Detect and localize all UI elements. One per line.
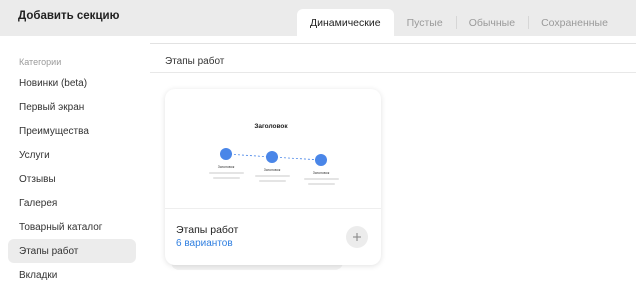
sidebar-item-catalog[interactable]: Товарный каталог xyxy=(8,215,136,239)
tab-bar: Динамические Пустые Обычные Сохраненные xyxy=(297,9,621,36)
tab-regular[interactable]: Обычные xyxy=(455,9,528,36)
category-sidebar: Категории Новинки (beta) Первый экран Пр… xyxy=(0,36,150,288)
sidebar-item-gallery[interactable]: Галерея xyxy=(8,191,136,215)
sidebar-item-services[interactable]: Услуги xyxy=(8,143,136,167)
divider xyxy=(150,43,636,44)
tab-dynamic[interactable]: Динамические xyxy=(297,9,394,36)
plus-icon xyxy=(353,233,361,241)
main-panel: Этапы работ Заголовок Заголовок Заголово… xyxy=(150,36,636,288)
preview-step-label: Заголовок xyxy=(218,165,235,169)
card-preview: Заголовок Заголовок Заголовок Заголовок xyxy=(165,89,381,209)
sidebar-item-reviews[interactable]: Отзывы xyxy=(8,167,136,191)
section-title: Этапы работ xyxy=(165,56,225,67)
divider xyxy=(150,72,636,73)
preview-connector xyxy=(225,153,273,158)
preview-step-dot xyxy=(315,154,327,166)
preview-connector xyxy=(271,156,322,161)
modal-header: Добавить секцию Динамические Пустые Обыч… xyxy=(0,0,636,36)
preview-text-line xyxy=(209,172,244,174)
preview-title: Заголовок xyxy=(254,123,288,130)
category-list: Новинки (beta) Первый экран Преимущества… xyxy=(8,71,136,287)
sidebar-item-advantages[interactable]: Преимущества xyxy=(8,119,136,143)
sidebar-item-first-screen[interactable]: Первый экран xyxy=(8,95,136,119)
card-variants-link[interactable]: 6 вариантов xyxy=(176,238,233,249)
steps-preview-image: Заголовок Заголовок Заголовок Заголовок xyxy=(209,123,339,185)
preview-step-label: Заголовок xyxy=(264,168,281,172)
add-section-button[interactable] xyxy=(346,226,368,248)
section-card[interactable]: Заголовок Заголовок Заголовок Заголовок … xyxy=(165,89,381,265)
preview-step-dot xyxy=(266,151,278,163)
card-name: Этапы работ xyxy=(176,224,239,236)
sidebar-heading: Категории xyxy=(19,57,62,67)
modal-title: Добавить секцию xyxy=(18,10,120,22)
preview-step-dot xyxy=(220,148,232,160)
preview-text-line xyxy=(255,175,290,177)
sidebar-item-tabs[interactable]: Вкладки xyxy=(8,263,136,287)
preview-text-line xyxy=(259,180,286,182)
preview-text-line xyxy=(213,177,240,179)
preview-text-line xyxy=(308,183,335,185)
tab-saved[interactable]: Сохраненные xyxy=(528,9,621,36)
tab-empty[interactable]: Пустые xyxy=(394,9,456,36)
sidebar-item-work-stages[interactable]: Этапы работ xyxy=(8,239,136,263)
preview-text-line xyxy=(304,178,339,180)
sidebar-item-new-beta[interactable]: Новинки (beta) xyxy=(8,71,136,95)
preview-step-label: Заголовок xyxy=(313,171,330,175)
